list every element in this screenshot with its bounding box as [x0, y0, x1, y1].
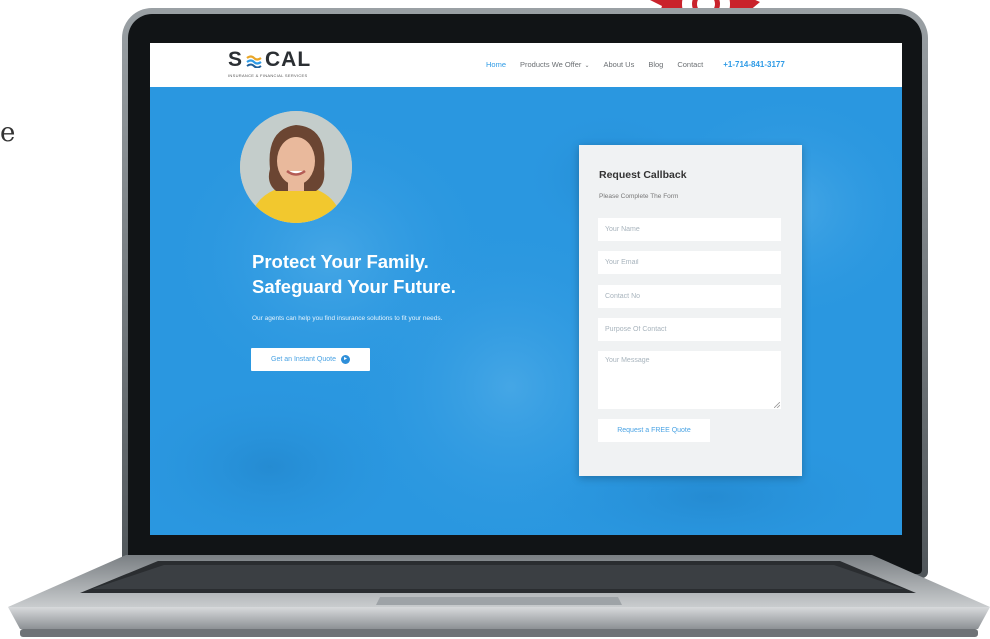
edge-text-fragment: e	[0, 118, 16, 148]
hero-headline-line1: Protect Your Family.	[252, 251, 429, 272]
main-nav: Home Products We Offer ⌄ About Us Blog Co…	[486, 60, 785, 69]
instant-quote-button[interactable]: Get an Instant Quote ▸	[251, 348, 370, 371]
agent-avatar	[240, 111, 352, 223]
email-field[interactable]	[598, 251, 781, 274]
nav-item-blog[interactable]: Blog	[648, 60, 663, 69]
form-subtitle: Please Complete The Form	[599, 193, 679, 200]
logo-tagline: INSURANCE & FINANCIAL SERVICES	[228, 73, 308, 78]
logo-wordmark: S CAL	[228, 49, 311, 71]
request-callback-form: Request Callback Please Complete The For…	[579, 145, 802, 476]
wave-icon	[246, 55, 262, 68]
hero-subtext: Our agents can help you find insurance s…	[252, 315, 443, 322]
laptop-screen: S CAL INSURANCE & FINANCIAL SERVICES Hom…	[150, 43, 902, 535]
resize-handle-icon[interactable]	[774, 402, 780, 408]
logo-letter-s: S	[228, 48, 244, 71]
instant-quote-label: Get an Instant Quote	[271, 356, 336, 363]
nav-item-contact[interactable]: Contact	[677, 60, 703, 69]
nav-item-products-label: Products We Offer	[520, 60, 582, 69]
hero-headline: Protect Your Family. Safeguard Your Futu…	[252, 249, 572, 299]
arrow-circle-right-icon: ▸	[341, 355, 350, 364]
chevron-down-icon: ⌄	[584, 63, 590, 69]
laptop-mockup-scene: e S CAL INSURANCE & FINANCIAL SERVICES H…	[0, 0, 990, 639]
purpose-field[interactable]	[598, 318, 781, 341]
nav-item-about[interactable]: About Us	[603, 60, 634, 69]
nav-item-products[interactable]: Products We Offer ⌄	[520, 60, 589, 69]
hero-headline-line2: Safeguard Your Future.	[252, 276, 456, 297]
name-field[interactable]	[598, 218, 781, 241]
laptop-keyboard-base	[8, 555, 990, 639]
contact-number-field[interactable]	[598, 285, 781, 308]
request-quote-button[interactable]: Request a FREE Quote	[598, 419, 710, 442]
site-logo[interactable]: S CAL INSURANCE & FINANCIAL SERVICES	[228, 49, 348, 81]
logo-letters-cal: CAL	[265, 48, 312, 71]
form-title: Request Callback	[599, 169, 687, 181]
nav-item-home[interactable]: Home	[486, 60, 506, 69]
message-field[interactable]	[598, 351, 781, 409]
phone-link[interactable]: +1-714-841-3177	[723, 60, 785, 69]
hero-section: Protect Your Family. Safeguard Your Futu…	[150, 87, 902, 535]
site-header: S CAL INSURANCE & FINANCIAL SERVICES Hom…	[150, 43, 902, 87]
